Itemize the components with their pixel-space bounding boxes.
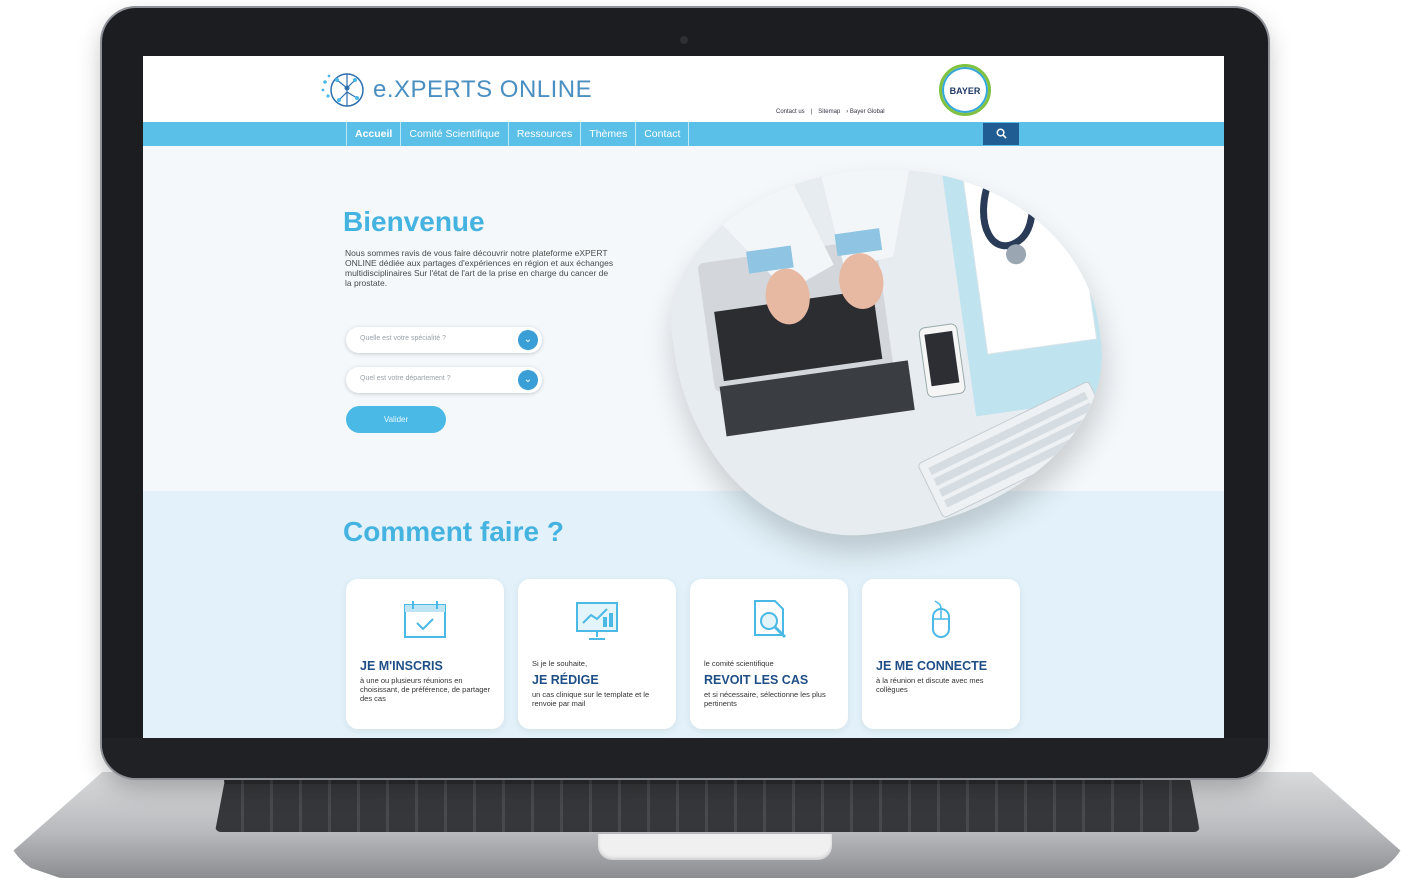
utility-links: Contact us | Sitemap › Bayer Global <box>776 109 885 115</box>
specialty-placeholder: Quelle est votre spécialité ? <box>360 335 446 342</box>
step-card-register[interactable]: JE M'INSCRIS à une ou plusieurs réunions… <box>346 579 504 729</box>
step-description: à une ou plusieurs réunions en choisissa… <box>360 676 491 703</box>
step-description: à la réunion et discute avec mes collègu… <box>876 676 984 694</box>
mouse-icon <box>932 600 950 638</box>
bayer-logo[interactable]: BAYER <box>939 64 991 116</box>
step-title: REVOIT LES CAS <box>704 673 809 687</box>
bayer-logo-text: BAYER <box>949 86 981 96</box>
presentation-board-icon <box>576 602 618 640</box>
laptop-lid-notch <box>598 834 832 860</box>
step-title: JE RÉDIGE <box>532 673 599 687</box>
site-header <box>143 56 1224 122</box>
step-card-write[interactable]: Si je le souhaite, JE RÉDIGE un cas clin… <box>518 579 676 729</box>
search-icon <box>996 128 1007 139</box>
bayer-global-link[interactable]: › Bayer Global <box>846 109 884 115</box>
main-nav: Accueil Comité Scientifique Ressources T… <box>346 122 690 146</box>
nav-contact[interactable]: Contact <box>635 122 690 146</box>
laptop-keyboard <box>215 780 1200 832</box>
specialty-select[interactable]: Quelle est votre spécialité ? ⌄ <box>346 327 542 353</box>
step-card-connect[interactable]: JE ME CONNECTE à la réunion et discute a… <box>862 579 1020 729</box>
contact-us-link[interactable]: Contact us <box>776 109 805 115</box>
step-intro: Si je le souhaite, <box>532 659 588 668</box>
chevron-down-icon[interactable]: ⌄ <box>518 370 538 390</box>
webcam <box>680 36 688 44</box>
step-title: JE ME CONNECTE <box>876 659 988 673</box>
step-card-review[interactable]: le comité scientifique REVOIT LES CAS et… <box>690 579 848 729</box>
department-select[interactable]: Quel est votre département ? ⌄ <box>346 367 542 393</box>
nav-themes[interactable]: Thèmes <box>580 122 635 146</box>
welcome-title: Bienvenue <box>343 206 485 237</box>
step-title: JE M'INSCRIS <box>360 659 443 673</box>
sitemap-link[interactable]: Sitemap <box>818 109 840 115</box>
welcome-text: Nous sommes ravis de vous faire découvri… <box>345 248 614 288</box>
laptop-screen: e.XPERTS ONLINE Contact us | Sitemap › B… <box>143 56 1224 738</box>
department-placeholder: Quel est votre département ? <box>360 375 451 382</box>
step-description: et si nécessaire, sélectionne les plus p… <box>704 690 826 708</box>
search-button[interactable] <box>983 123 1019 145</box>
nav-ressources[interactable]: Ressources <box>507 122 580 146</box>
validate-button[interactable]: Valider <box>346 406 446 433</box>
chevron-down-icon[interactable]: ⌄ <box>518 330 538 350</box>
step-intro: le comité scientifique <box>704 659 774 668</box>
document-search-icon <box>754 600 787 639</box>
nav-comite-scientifique[interactable]: Comité Scientifique <box>400 122 507 146</box>
how-it-works-section <box>143 491 1224 738</box>
how-title: Comment faire ? <box>343 516 564 547</box>
brand-name[interactable]: e.XPERTS ONLINE <box>373 76 592 104</box>
step-description: un cas clinique sur le template et le re… <box>532 690 650 708</box>
nav-accueil[interactable]: Accueil <box>346 122 400 146</box>
link-separator: | <box>810 109 813 115</box>
experts-logo-icon[interactable] <box>319 66 367 114</box>
screen-bezel-bottom <box>102 738 1268 778</box>
calendar-check-icon <box>404 601 446 638</box>
